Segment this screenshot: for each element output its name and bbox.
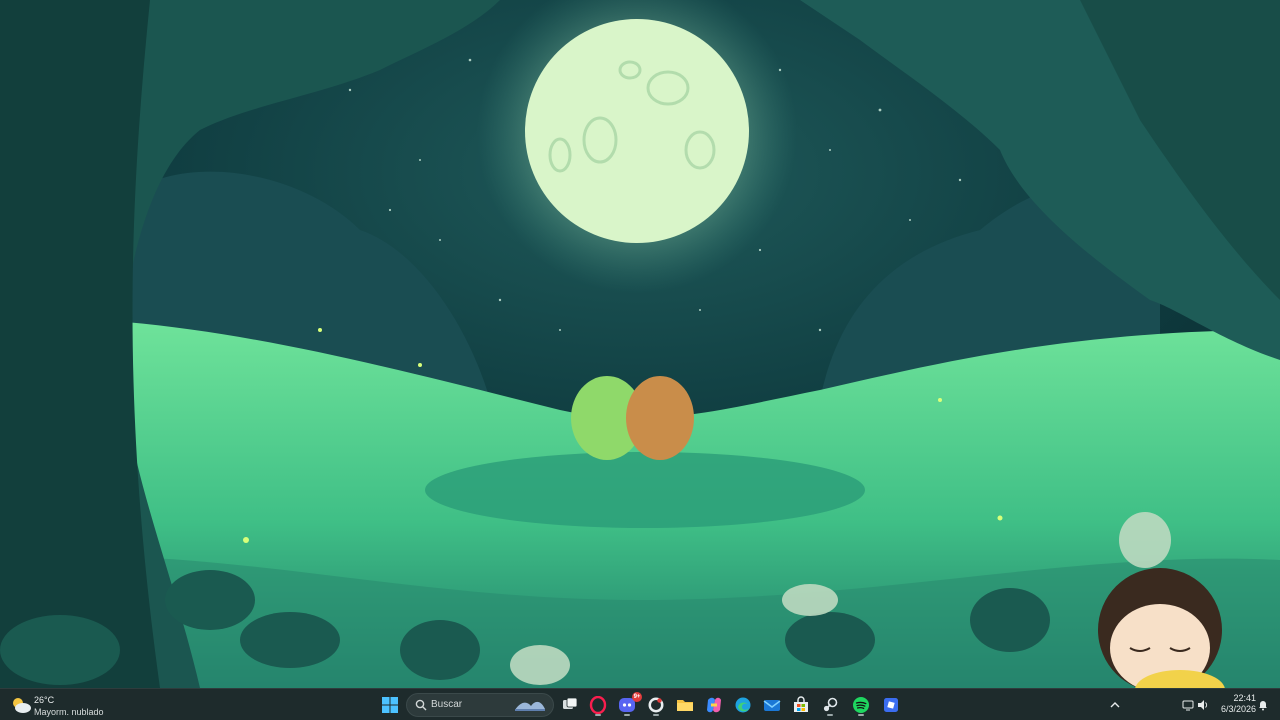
network-button[interactable] — [1181, 693, 1195, 717]
steam-button[interactable] — [818, 693, 842, 717]
store-icon — [794, 696, 808, 712]
running-indicator — [624, 714, 630, 716]
mail-icon — [763, 700, 781, 711]
start-button[interactable] — [378, 693, 402, 717]
discord-badge: 9+ — [632, 692, 642, 702]
clock-time: 22:41 — [1233, 693, 1256, 703]
weather-condition: Mayorm. nublado — [34, 707, 104, 717]
network-icon — [1182, 700, 1194, 711]
task-view-icon — [563, 697, 578, 709]
spotify-icon — [853, 697, 869, 713]
edge-icon — [735, 697, 751, 713]
running-indicator — [595, 714, 601, 716]
opera-gx-icon — [589, 696, 607, 714]
copilot-button[interactable] — [702, 693, 726, 717]
search-icon — [415, 699, 427, 711]
weather-widget[interactable]: 26°C Mayorm. nublado — [10, 692, 120, 718]
folder-icon — [677, 700, 693, 711]
running-indicator — [653, 714, 659, 716]
notifications-button[interactable] — [1256, 693, 1270, 717]
weather-temperature: 26°C — [34, 695, 55, 705]
discord-button[interactable]: 9+ — [615, 692, 642, 717]
store-button[interactable] — [789, 693, 813, 717]
task-view-button[interactable] — [558, 693, 582, 717]
clock[interactable]: 22:41 6/3/2026 — [1214, 693, 1256, 717]
search-placeholder: Buscar — [431, 699, 463, 710]
spotify-button[interactable] — [849, 693, 873, 717]
windows-logo-icon — [382, 697, 398, 713]
running-indicator — [827, 714, 833, 716]
show-hidden-icons-button[interactable] — [1107, 693, 1123, 717]
mail-button[interactable] — [760, 693, 784, 717]
volume-button[interactable] — [1196, 693, 1210, 717]
partly-cloudy-icon — [13, 698, 31, 713]
clock-date: 6/3/2026 — [1220, 704, 1256, 714]
chevron-up-icon — [1110, 702, 1120, 708]
speaker-icon — [1198, 700, 1208, 710]
taskbar-search-box[interactable]: Buscar — [406, 693, 554, 717]
github-desktop-button[interactable] — [644, 693, 668, 717]
roblox-button[interactable] — [879, 693, 903, 717]
copilot-icon — [707, 697, 721, 713]
opera-gx-button[interactable] — [586, 693, 610, 717]
roblox-icon — [884, 698, 898, 712]
taskbar: 26°C Mayorm. nublado Buscar 9+ 22:41 6/3… — [0, 688, 1280, 720]
search-highlight-icon — [515, 701, 545, 711]
github-icon — [648, 697, 664, 713]
edge-button[interactable] — [731, 693, 755, 717]
file-explorer-button[interactable] — [673, 693, 697, 717]
bell-icon — [1259, 701, 1267, 711]
desktop — [0, 0, 1280, 688]
desktop-wallpaper — [0, 0, 1280, 688]
running-indicator — [858, 714, 864, 716]
steam-icon — [823, 697, 838, 712]
